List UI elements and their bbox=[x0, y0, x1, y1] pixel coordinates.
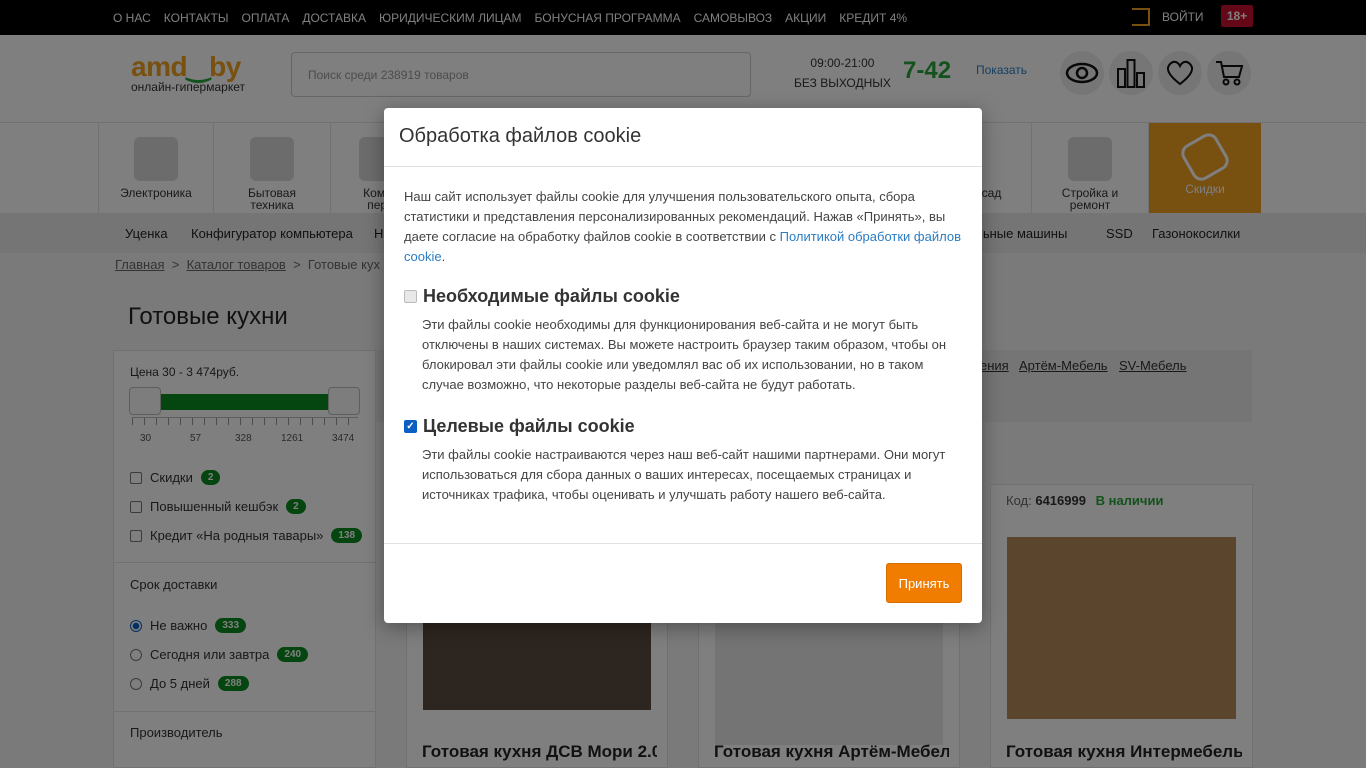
modal-intro: Наш сайт использует файлы cookie для улу… bbox=[404, 187, 964, 267]
intro-end: . bbox=[441, 249, 446, 264]
necessary-title: Необходимые файлы cookie bbox=[423, 286, 680, 306]
cookie-modal: Обработка файлов cookie Наш сайт использ… bbox=[384, 108, 982, 623]
divider bbox=[384, 166, 982, 167]
necessary-checkbox bbox=[404, 290, 417, 303]
modal-title: Обработка файлов cookie bbox=[399, 125, 642, 147]
divider bbox=[384, 543, 982, 544]
necessary-text: Эти файлы cookie необходимы для функцион… bbox=[422, 317, 947, 392]
targeting-text: Эти файлы cookie настраиваются через наш… bbox=[422, 447, 946, 502]
targeting-checkbox[interactable]: ✓ bbox=[404, 420, 417, 433]
accept-button[interactable]: Принять bbox=[886, 563, 962, 603]
targeting-title: Целевые файлы cookie bbox=[423, 416, 635, 436]
necessary-cookies: Необходимые файлы cookie Эти файлы cooki… bbox=[404, 286, 962, 395]
targeting-cookies: ✓ Целевые файлы cookie Эти файлы cookie … bbox=[404, 416, 962, 505]
